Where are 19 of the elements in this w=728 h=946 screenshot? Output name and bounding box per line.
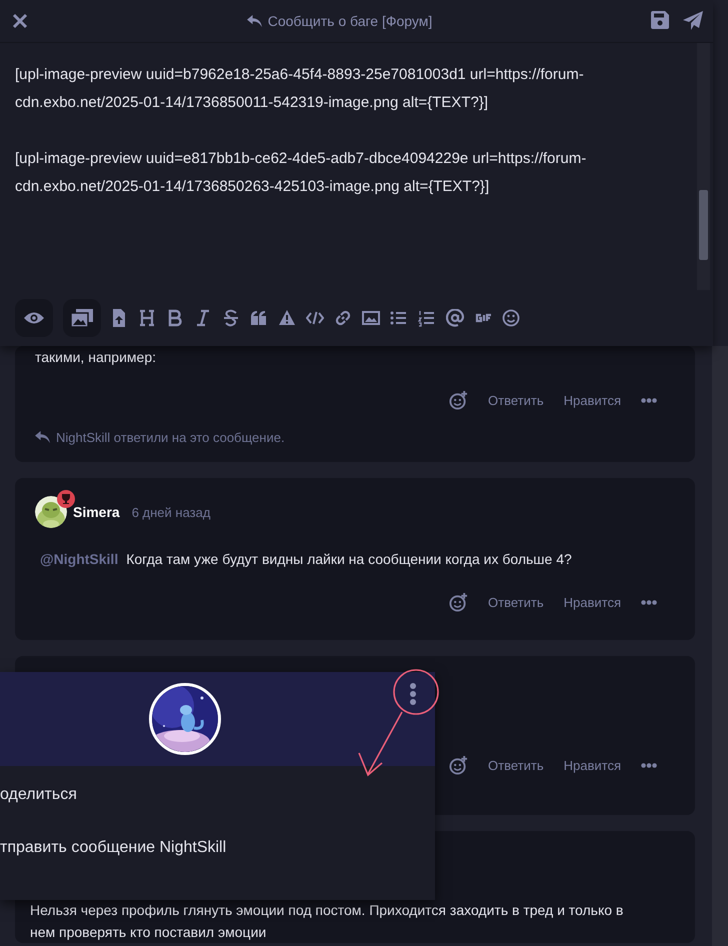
action-button[interactable]: Ответить [480,754,552,777]
action-button[interactable]: Нравится [556,389,629,412]
post-text: Нельзя через профиль глянуть эмоции под постом. Приходится заходить в тред и только в нем проверять кто поставил эмоции [30,901,624,942]
post-text: такими, например: [35,348,158,367]
action-button[interactable]: Ответить [480,389,552,412]
action-button[interactable]: Ответить [480,591,552,614]
author-name[interactable]: Simera [73,504,120,520]
post-text: Когда там уже будут видны лайки на сообщении когда их больше 4? [126,550,572,569]
composer-title-text: Сообщить о баге [Форум] [268,13,432,29]
post-time[interactable]: 6 дней назад [132,504,210,520]
message-paragraph: [upl-image-preview uuid=b7962e18-25a6-45f4-8893-25e7081003d1 url=https://forum-cdn.exbo.net/2025-01-14/1736850011-542319-image.png alt={TEXT?}] [15,65,585,113]
mention-link[interactable]: @NightSkill [40,551,118,567]
menu-item[interactable]: тправить сообщение NightSkill [0,839,435,857]
action-button[interactable]: Нравится [556,591,629,614]
menu-item[interactable]: оделиться [0,786,435,804]
composer-title[interactable]: Сообщить о баге [Форум] [28,12,651,30]
message-paragraph: [upl-image-preview uuid=e817bb1b-ce62-4de5-adb7-dbce4094229e url=https://forum-cdn.exbo.net/2025-01-14/1736850263-425103-image.png alt={TEXT?}] [15,149,588,197]
action-button[interactable]: Нравится [556,754,629,777]
reply-note-text[interactable]: NightSkill ответили на это сообщение. [56,430,285,445]
